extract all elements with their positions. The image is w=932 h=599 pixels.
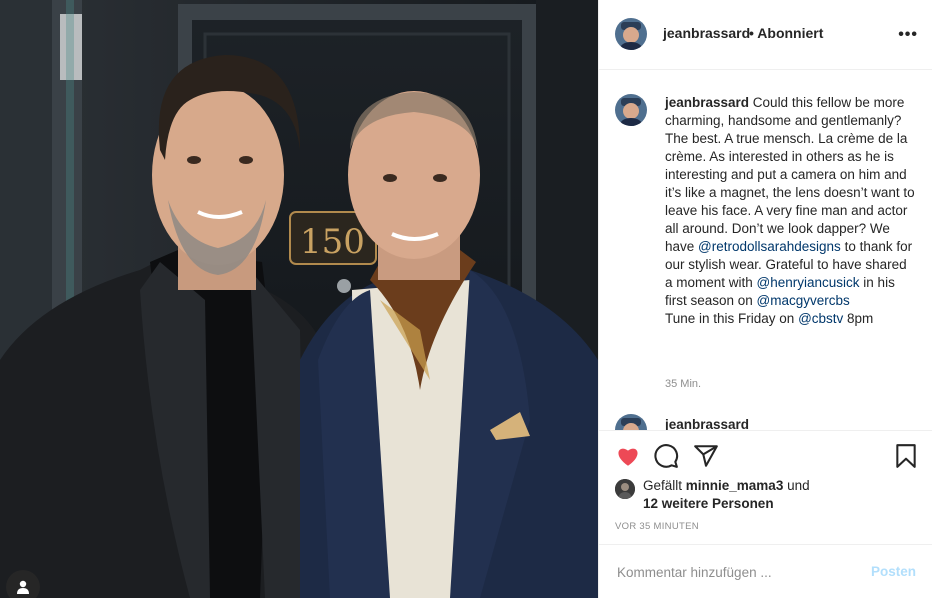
comment-input[interactable] xyxy=(615,564,849,581)
mention-macgyvercbs[interactable]: @macgyvercbs xyxy=(757,293,850,308)
mention-retrodollsarahdesigns[interactable]: @retrodollsarahdesigns xyxy=(698,239,841,254)
avatar-image xyxy=(615,18,647,50)
caption-text-1: Could this fellow be more charming, hand… xyxy=(665,95,915,254)
liker-avatar[interactable] xyxy=(615,479,635,499)
caption-time[interactable]: 35 Min. xyxy=(665,378,701,390)
caption-username[interactable]: jeanbrassard xyxy=(665,95,749,110)
likes-others-link[interactable]: 12 weitere Personen xyxy=(643,496,774,511)
avatar-image xyxy=(615,479,635,499)
mention-cbstv[interactable]: @cbstv xyxy=(798,311,843,326)
follow-status: • Abonniert xyxy=(749,25,823,41)
caption-text-5: 8pm xyxy=(843,311,874,326)
post-actions: Gefällt minnie_mama3 und 12 weitere Perso… xyxy=(599,430,932,599)
likes-middle: und xyxy=(783,478,810,493)
bookmark-icon[interactable] xyxy=(893,443,919,469)
separator-dot: • xyxy=(749,25,754,41)
person-icon xyxy=(17,580,29,594)
mention-henryiancusick[interactable]: @henryiancusick xyxy=(757,275,860,290)
follow-status-label[interactable]: Abonniert xyxy=(757,25,823,41)
avatar-image xyxy=(615,94,647,126)
caption-text-4: Tune in this Friday on xyxy=(665,311,799,326)
post-timestamp[interactable]: VOR 35 MINUTEN xyxy=(615,521,699,532)
likes-text: Gefällt minnie_mama3 und 12 weitere Perso… xyxy=(643,477,913,513)
likes-prefix: Gefällt xyxy=(643,478,686,493)
door-number: 150 xyxy=(300,222,365,262)
heart-filled-icon[interactable] xyxy=(615,443,641,469)
send-icon[interactable] xyxy=(693,443,719,469)
comment-username[interactable]: jeanbrassard xyxy=(665,417,749,430)
author-username[interactable]: jeanbrassard xyxy=(663,25,750,41)
liker-username[interactable]: minnie_mama3 xyxy=(686,478,784,493)
add-comment-bar: Posten xyxy=(599,544,932,599)
post-photo-image: 150 xyxy=(0,0,598,598)
more-horizontal-icon[interactable]: ••• xyxy=(898,26,918,44)
post-photo[interactable]: 150 xyxy=(0,0,598,598)
post-caption: jeanbrassard Could this fellow be more c… xyxy=(665,94,915,328)
action-icons xyxy=(615,443,916,473)
comment-icon[interactable] xyxy=(653,443,679,469)
avatar-image xyxy=(615,414,647,430)
comment-avatar[interactable] xyxy=(615,414,647,430)
comments-area: jeanbrassard Could this fellow be more c… xyxy=(599,70,932,430)
post-header: jeanbrassard • Abonniert ••• xyxy=(599,0,932,70)
post-comment-button[interactable]: Posten xyxy=(871,564,916,579)
tagged-user-icon[interactable] xyxy=(6,570,40,598)
post-sidebar: jeanbrassard • Abonniert ••• jeanbrassar… xyxy=(598,0,932,598)
author-avatar[interactable] xyxy=(615,18,647,50)
caption-author-avatar[interactable] xyxy=(615,94,647,126)
